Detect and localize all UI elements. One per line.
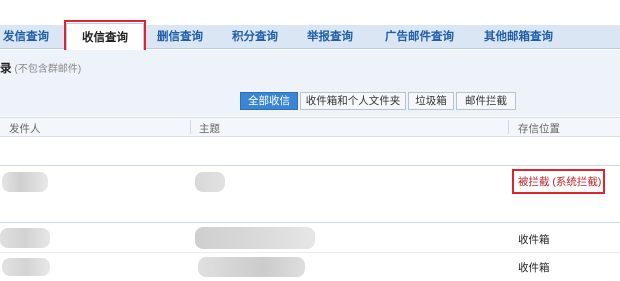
row-location: 收件箱	[518, 234, 550, 246]
tab-sent-query[interactable]: 发信查询	[3, 25, 49, 49]
sender-redacted	[0, 228, 50, 248]
tab-points-query[interactable]: 积分查询	[232, 25, 278, 49]
filter-all-received-button[interactable]: 全部收信	[240, 92, 298, 110]
table-header: 发件人 主题 存信位置	[0, 117, 620, 137]
tab-ad-mail-query[interactable]: 广告邮件查询	[385, 25, 454, 49]
subject-redacted	[195, 172, 225, 192]
column-subject[interactable]: 主题	[199, 121, 220, 136]
section-header: 录 (不包含群邮件)	[0, 50, 620, 90]
table-row[interactable]: 收件箱	[0, 254, 620, 281]
filter-intercepted-button[interactable]: 邮件拦截	[456, 92, 516, 110]
section-title: 录 (不包含群邮件)	[0, 60, 81, 76]
tab-report-query[interactable]: 举报查询	[307, 25, 353, 49]
column-divider	[190, 120, 191, 134]
filter-trash-button[interactable]: 垃圾箱	[408, 92, 454, 110]
subject-redacted	[195, 227, 315, 249]
row-separator	[0, 252, 620, 253]
column-sender[interactable]: 发件人	[9, 121, 41, 136]
section-title-text: 录	[0, 63, 12, 75]
tab-deleted-query[interactable]: 删信查询	[157, 25, 203, 49]
tab-other-mailbox-query[interactable]: 其他邮箱查询	[484, 25, 553, 49]
row-location: 收件箱	[518, 262, 550, 274]
subject-redacted	[198, 257, 305, 277]
table-row[interactable]: 收件箱	[0, 226, 620, 251]
column-location[interactable]: 存信位置	[518, 121, 560, 136]
sender-redacted	[2, 258, 50, 276]
row-separator	[0, 222, 620, 223]
query-tab-bar: 发信查询 收信查询 删信查询 积分查询 举报查询 广告邮件查询 其他邮箱查询	[0, 23, 620, 53]
column-divider	[508, 120, 509, 134]
row-location: 被拦截 (系统拦截)	[518, 176, 602, 188]
sender-redacted	[2, 172, 48, 192]
filter-bar: 全部收信 收件箱和个人文件夹 垃圾箱 邮件拦截	[0, 90, 620, 116]
section-note: (不包含群邮件)	[14, 64, 82, 75]
filter-inbox-and-folders-button[interactable]: 收件箱和个人文件夹	[300, 92, 406, 110]
table-row[interactable]: 被拦截 (系统拦截)	[0, 166, 620, 196]
tab-received-query[interactable]: 收信查询	[66, 23, 144, 53]
